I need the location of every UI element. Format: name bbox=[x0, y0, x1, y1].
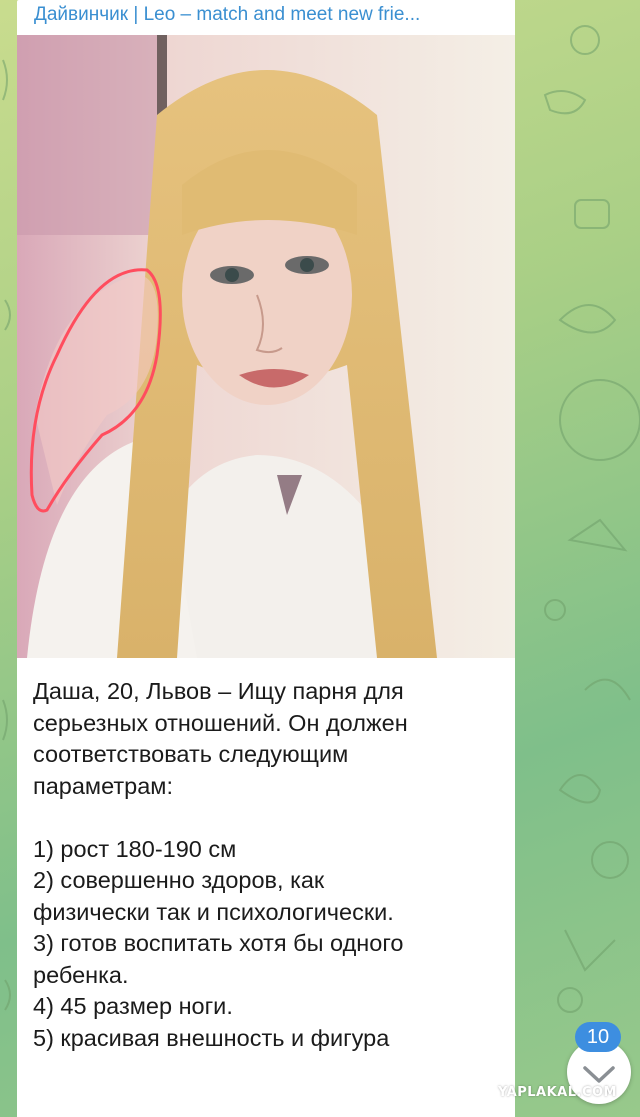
list-item-3: 3) готов воспитать хотя бы одного bbox=[33, 930, 404, 956]
sender-name[interactable]: Дайвинчик | Leo – match and meet new fri… bbox=[34, 4, 514, 26]
profile-photo[interactable] bbox=[17, 35, 515, 658]
message-text: Даша, 20, Львов – Ищу парня для серьезны… bbox=[33, 676, 503, 1054]
list-item-1: 1) рост 180-190 см bbox=[33, 835, 237, 862]
unread-count-badge[interactable]: 10 bbox=[575, 1022, 621, 1052]
intro-line-3: соответствовать следующим bbox=[33, 741, 349, 767]
list-item-3-cont: ребенка. bbox=[33, 961, 129, 988]
profile-photo-illustration bbox=[17, 35, 515, 658]
intro-line-1: Даша, 20, Львов – Ищу парня для bbox=[33, 678, 404, 704]
list-item-5: 5) красивая внешность и фигура bbox=[33, 1024, 390, 1051]
list-item-2-cont: физически так и психологически. bbox=[33, 898, 394, 925]
intro-line-2: серьезных отношений. Он должен bbox=[33, 709, 408, 736]
intro-line-4: параметрам: bbox=[33, 772, 173, 799]
list-item-4: 4) 45 размер ноги. bbox=[33, 993, 233, 1019]
message-bubble[interactable]: Дайвинчик | Leo – match and meet new fri… bbox=[17, 0, 515, 1117]
watermark: YAPLAKAL.COM bbox=[498, 1085, 617, 1100]
list-item-2: 2) совершенно здоров, как bbox=[33, 867, 325, 893]
